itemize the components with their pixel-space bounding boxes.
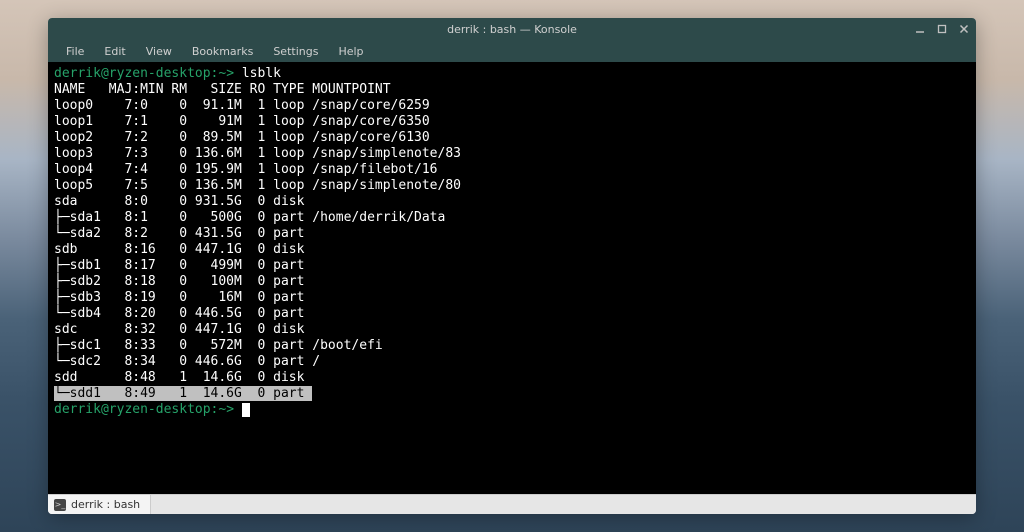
command-text: lsblk	[242, 66, 281, 81]
prompt-marker: >	[226, 66, 242, 81]
lsblk-row-highlighted: └─sdd1 8:49 1 14.6G 0 part	[54, 386, 312, 401]
lsblk-row: └─sda2 8:2 0 431.5G 0 part	[54, 226, 312, 241]
titlebar[interactable]: derrik : bash — Konsole	[48, 18, 976, 40]
menu-file[interactable]: File	[56, 42, 94, 61]
close-button[interactable]	[958, 23, 970, 35]
cursor	[242, 403, 250, 417]
prompt-at: @	[101, 66, 109, 81]
lsblk-row: sdd 8:48 1 14.6G 0 disk	[54, 370, 312, 385]
lsblk-row: ├─sdc1 8:33 0 572M 0 part /boot/efi	[54, 338, 383, 353]
menubar: File Edit View Bookmarks Settings Help	[48, 40, 976, 62]
maximize-button[interactable]	[936, 23, 948, 35]
prompt-user: derrik	[54, 402, 101, 417]
tab-terminal[interactable]: >_ derrik : bash	[48, 495, 151, 514]
window-title: derrik : bash — Konsole	[447, 23, 577, 36]
lsblk-row: sdc 8:32 0 447.1G 0 disk	[54, 322, 312, 337]
lsblk-row: sdb 8:16 0 447.1G 0 disk	[54, 242, 312, 257]
lsblk-row: loop3 7:3 0 136.6M 1 loop /snap/simpleno…	[54, 146, 461, 161]
lsblk-row: └─sdc2 8:34 0 446.6G 0 part /	[54, 354, 320, 369]
lsblk-row: ├─sdb2 8:18 0 100M 0 part	[54, 274, 312, 289]
lsblk-row: sda 8:0 0 931.5G 0 disk	[54, 194, 312, 209]
minimize-button[interactable]	[914, 23, 926, 35]
lsblk-row: ├─sdb1 8:17 0 499M 0 part	[54, 258, 312, 273]
lsblk-row: ├─sdb3 8:19 0 16M 0 part	[54, 290, 312, 305]
konsole-window: derrik : bash — Konsole File Edit View B…	[48, 18, 976, 514]
lsblk-row: └─sdb4 8:20 0 446.5G 0 part	[54, 306, 312, 321]
tab-label: derrik : bash	[71, 498, 140, 511]
lsblk-row: loop0 7:0 0 91.1M 1 loop /snap/core/6259	[54, 98, 430, 113]
window-controls	[914, 18, 970, 40]
menu-view[interactable]: View	[136, 42, 182, 61]
menu-help[interactable]: Help	[328, 42, 373, 61]
lsblk-row: loop5 7:5 0 136.5M 1 loop /snap/simpleno…	[54, 178, 461, 193]
prompt-host: ryzen-desktop	[109, 66, 211, 81]
lsblk-header: NAME MAJ:MIN RM SIZE RO TYPE MOUNTPOINT	[54, 82, 391, 97]
lsblk-row: loop1 7:1 0 91M 1 loop /snap/core/6350	[54, 114, 430, 129]
lsblk-row: loop4 7:4 0 195.9M 1 loop /snap/filebot/…	[54, 162, 438, 177]
terminal-output[interactable]: derrik@ryzen-desktop:~> lsblk NAME MAJ:M…	[48, 62, 976, 494]
lsblk-row: ├─sda1 8:1 0 500G 0 part /home/derrik/Da…	[54, 210, 445, 225]
prompt-at: @	[101, 402, 109, 417]
lsblk-row: loop2 7:2 0 89.5M 1 loop /snap/core/6130	[54, 130, 430, 145]
tab-bar: >_ derrik : bash	[48, 494, 976, 514]
prompt-user: derrik	[54, 66, 101, 81]
menu-edit[interactable]: Edit	[94, 42, 135, 61]
terminal-icon: >_	[54, 499, 66, 511]
menu-settings[interactable]: Settings	[263, 42, 328, 61]
menu-bookmarks[interactable]: Bookmarks	[182, 42, 263, 61]
prompt-marker: >	[226, 402, 242, 417]
prompt-host: ryzen-desktop	[109, 402, 211, 417]
